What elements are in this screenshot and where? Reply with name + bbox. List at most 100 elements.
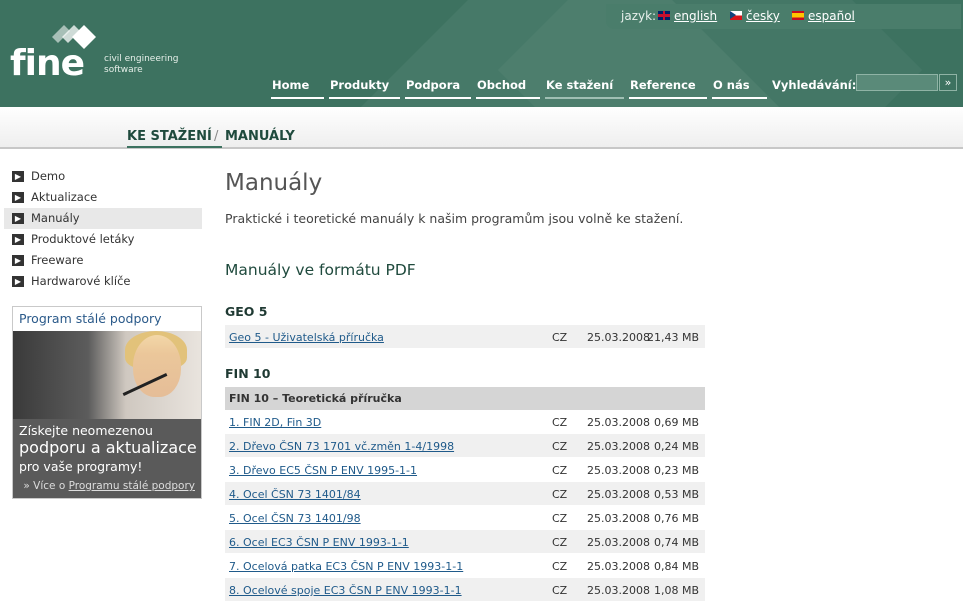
nav-podpora[interactable]: Podpora [405, 78, 471, 99]
breadcrumb-section[interactable]: KE STAŽENÍ [127, 129, 222, 148]
table-row: 2. Dřevo ČSN 73 1701 vč.změn 1-4/1998 CZ… [225, 434, 705, 458]
manual-size: 1,08 MB [653, 584, 699, 597]
search-label: Vyhledávání: [772, 78, 857, 92]
manual-language: CZ [552, 584, 568, 597]
manual-download-link[interactable]: 2. Dřevo ČSN 73 1701 vč.změn 1-4/1998 [229, 440, 454, 453]
sidebar-item-label: Aktualizace [31, 190, 98, 204]
section-subtitle: Manuály ve formátu PDF [225, 261, 416, 279]
manual-size: 0,23 MB [653, 464, 699, 477]
manual-language: CZ [552, 440, 568, 453]
manual-size: 0,69 MB [653, 416, 699, 429]
nav-obchod[interactable]: Obchod [476, 78, 540, 99]
search-button[interactable]: » [939, 74, 957, 91]
manuals-table-geo5: Geo 5 - Uživatelská příručka CZ 25.03.20… [225, 325, 705, 349]
promo-line-3: pro vaše programy! [19, 459, 143, 474]
sidebar-item-produktove-letaky[interactable]: ▶ Produktové letáky [4, 229, 202, 250]
table-row: 1. FIN 2D, Fin 3D CZ 25.03.2008 0,69 MB [225, 410, 705, 434]
sidebar-item-aktualizace[interactable]: ▶ Aktualizace [4, 187, 202, 208]
manual-date: 25.03.2008 [587, 440, 650, 453]
logo-wordmark: fine [10, 43, 85, 84]
group-header-label: FIN 10 – Teoretická příručka [229, 392, 402, 405]
table-row: 4. Ocel ČSN 73 1401/84 CZ 25.03.2008 0,5… [225, 482, 705, 506]
promo-title: Program stálé podpory [13, 307, 201, 331]
manual-download-link[interactable]: 8. Ocelové spoje EC3 ČSN P ENV 1993-1-1 [229, 584, 462, 597]
promo-more-link[interactable]: Programu stálé podpory [69, 480, 195, 492]
manual-download-link[interactable]: 4. Ocel ČSN 73 1401/84 [229, 488, 361, 501]
promo-body: Získejte neomezenou podporu a aktualizac… [13, 419, 201, 498]
table-row: 5. Ocel ČSN 73 1401/98 CZ 25.03.2008 0,7… [225, 506, 705, 530]
manual-download-link[interactable]: 7. Ocelová patka EC3 ČSN P ENV 1993-1-1 [229, 560, 463, 573]
sidebar-item-label: Freeware [31, 253, 84, 267]
nav-reference[interactable]: Reference [629, 78, 707, 99]
cz-flag-icon [730, 11, 742, 20]
manual-language: CZ [552, 536, 568, 549]
lang-spanish[interactable]: español [792, 9, 855, 23]
manual-date: 25.03.2008 [587, 488, 650, 501]
nav-home[interactable]: Home [271, 78, 324, 99]
manual-date: 25.03.2008 [587, 416, 650, 429]
manual-language: CZ [552, 416, 568, 429]
arrow-right-icon: ▶ [12, 192, 24, 203]
language-label: jazyk: [621, 9, 657, 23]
support-operator-photo [13, 331, 201, 419]
section-heading-fin10: FIN 10 [225, 366, 271, 381]
manual-download-link[interactable]: 1. FIN 2D, Fin 3D [229, 416, 321, 429]
manuals-table-fin10: FIN 10 – Teoretická příručka 1. FIN 2D, … [225, 387, 705, 602]
manual-size: 0,74 MB [653, 536, 699, 549]
sidebar-item-label: Produktové letáky [31, 232, 135, 246]
manual-date: 25.03.2008 [587, 560, 650, 573]
promo-line-1: Získejte neomezenou [19, 423, 153, 438]
sidebar-item-hardwarove-klice[interactable]: ▶ Hardwarové klíče [4, 271, 202, 292]
sidebar-menu: ▶ Demo ▶ Aktualizace ▶ Manuály ▶ Produktové … [4, 166, 202, 292]
manual-size: 21,43 MB [646, 331, 699, 344]
es-flag-icon [792, 11, 804, 20]
uk-flag-icon [658, 11, 670, 20]
nav-ke-stazeni[interactable]: Ke stažení [545, 78, 624, 99]
lang-spanish-link[interactable]: español [808, 9, 855, 23]
logo-tagline: civil engineering software [104, 54, 179, 75]
site-header: fine civil engineering software jazyk: e… [0, 0, 963, 107]
nav-produkty[interactable]: Produkty [329, 78, 400, 99]
lang-czech[interactable]: česky [730, 9, 780, 23]
sidebar-item-label: Hardwarové klíče [31, 274, 131, 288]
lang-english[interactable]: english [658, 9, 717, 23]
search-input[interactable] [856, 74, 938, 91]
sidebar-item-label: Demo [31, 169, 66, 183]
table-row: 6. Ocel EC3 ČSN P ENV 1993-1-1 CZ 25.03.… [225, 530, 705, 554]
manual-download-link[interactable]: 3. Dřevo EC5 ČSN P ENV 1995-1-1 [229, 464, 417, 477]
nav-o-nas[interactable]: O nás [712, 78, 767, 99]
manual-size: 0,24 MB [653, 440, 699, 453]
manual-date: 25.03.2008 [587, 584, 650, 597]
manual-language: CZ [552, 331, 568, 344]
sidebar-item-label: Manuály [31, 211, 80, 225]
manual-download-link[interactable]: 5. Ocel ČSN 73 1401/98 [229, 512, 361, 525]
language-bar: jazyk: english česky español [606, 4, 961, 29]
promo-line-2: podporu a aktualizace [19, 438, 197, 457]
promo-more-prefix: » Více o [23, 480, 66, 492]
sidebar-item-manualy[interactable]: ▶ Manuály [4, 208, 202, 229]
support-promo-banner[interactable]: Program stálé podpory Získejte neomezeno… [12, 306, 202, 499]
manual-size: 0,76 MB [653, 512, 699, 525]
manual-language: CZ [552, 464, 568, 477]
table-row: 7. Ocelová patka EC3 ČSN P ENV 1993-1-1 … [225, 554, 705, 578]
table-row: 3. Dřevo EC5 ČSN P ENV 1995-1-1 CZ 25.03… [225, 458, 705, 482]
manual-date: 25.03.2008 [587, 536, 650, 549]
breadcrumb-current: MANUÁLY [225, 129, 295, 144]
breadcrumb-separator: / [214, 129, 219, 144]
arrow-right-icon: ▶ [12, 234, 24, 245]
manual-download-link[interactable]: Geo 5 - Uživatelská příručka [229, 331, 384, 344]
manual-language: CZ [552, 512, 568, 525]
table-row: Geo 5 - Uživatelská příručka CZ 25.03.20… [225, 325, 705, 349]
lang-english-link[interactable]: english [674, 9, 717, 23]
sidebar-item-demo[interactable]: ▶ Demo [4, 166, 202, 187]
promo-more: » Více o Programu stálé podpory [23, 480, 195, 492]
page-title: Manuály [225, 170, 323, 196]
manual-date: 25.03.2008 [587, 512, 650, 525]
manual-download-link[interactable]: 6. Ocel EC3 ČSN P ENV 1993-1-1 [229, 536, 409, 549]
manual-size: 0,84 MB [653, 560, 699, 573]
lang-czech-link[interactable]: česky [746, 9, 780, 23]
section-heading-geo5: GEO 5 [225, 304, 268, 319]
manual-date: 25.03.2008 [587, 331, 650, 344]
sidebar-item-freeware[interactable]: ▶ Freeware [4, 250, 202, 271]
arrow-right-icon: ▶ [12, 255, 24, 266]
